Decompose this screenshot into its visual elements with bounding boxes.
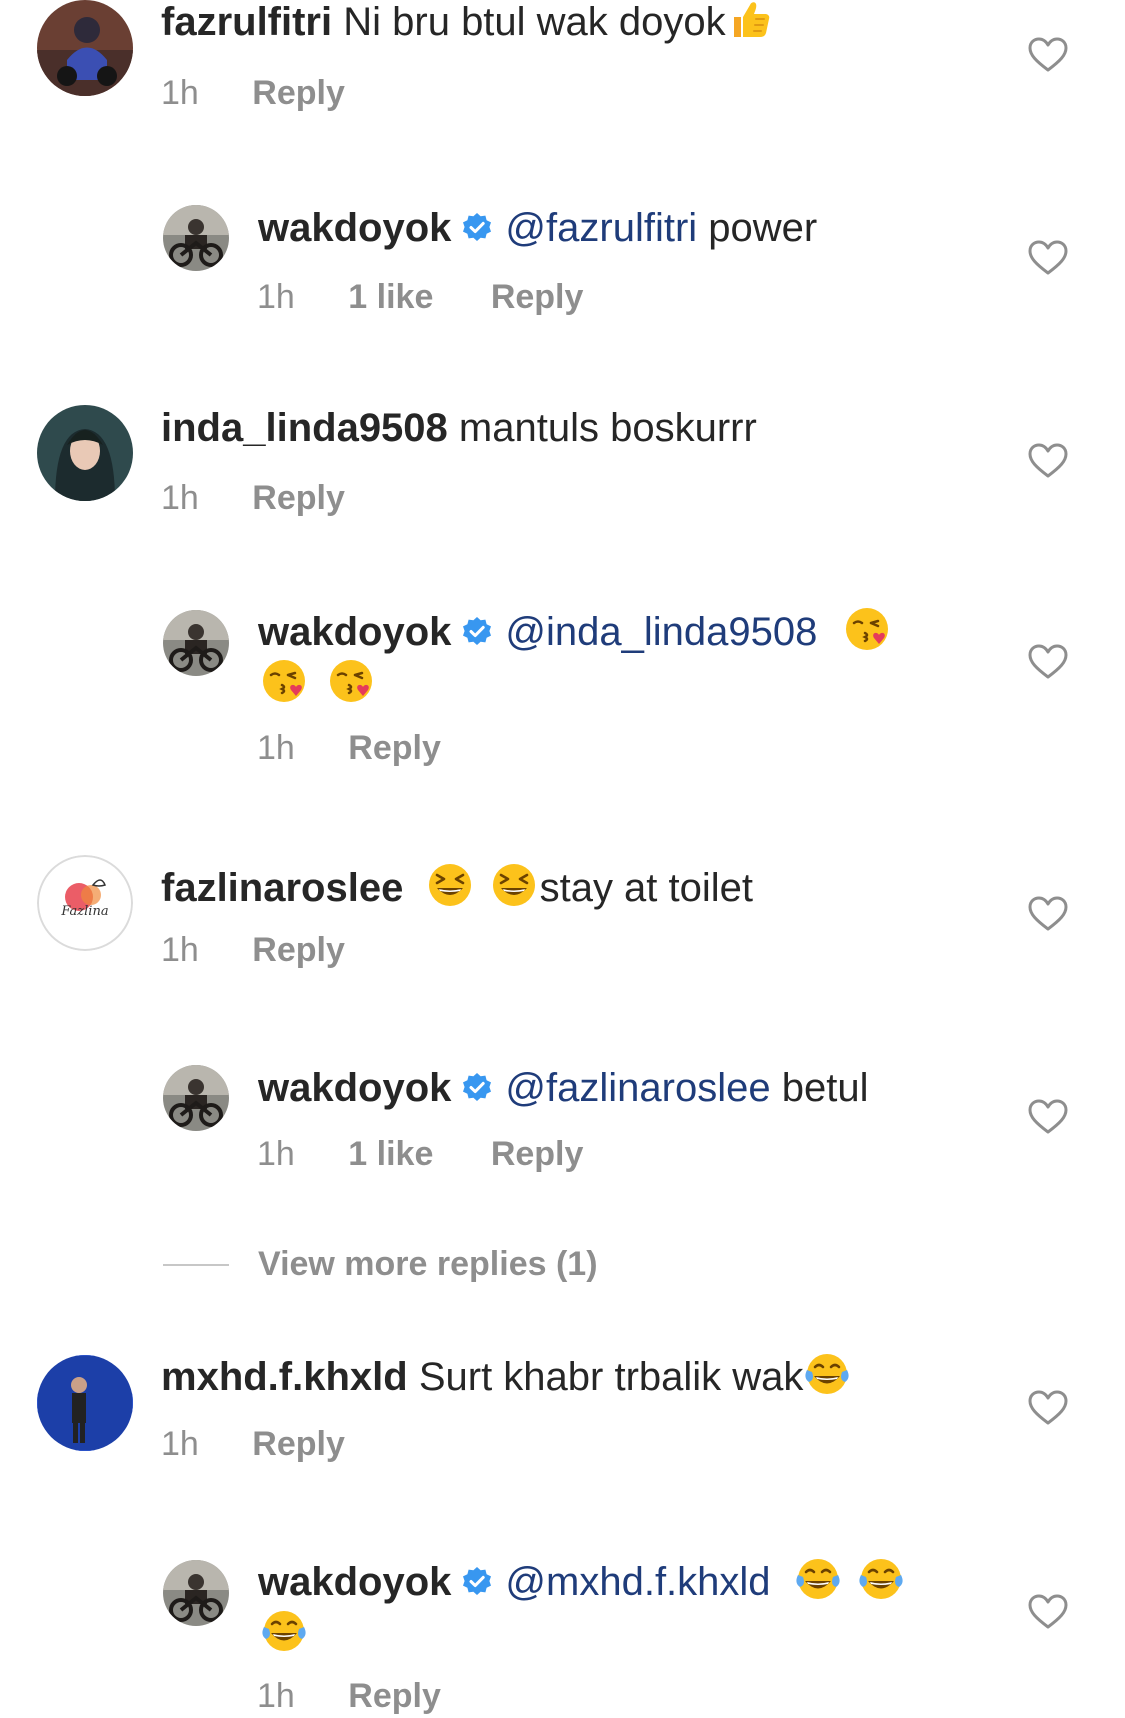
reply-button[interactable]: Reply xyxy=(252,1424,345,1464)
comment-meta: 1h Reply xyxy=(257,1676,441,1716)
username[interactable]: wakdoyok xyxy=(258,206,451,250)
avatar[interactable] xyxy=(37,1355,133,1451)
comment-text: fazrulfitri Ni bru btul wak doyok xyxy=(161,0,776,50)
comment-body: power xyxy=(708,206,818,250)
heart-icon[interactable] xyxy=(1028,896,1068,932)
reply-button[interactable]: Reply xyxy=(348,728,441,768)
comment-text: wakdoyok @inda_linda9508 xyxy=(258,604,893,660)
svg-text:Fazlina: Fazlina xyxy=(60,904,108,919)
view-more-replies-button[interactable]: View more replies (1) xyxy=(163,1240,863,1290)
comment-meta: 1h Reply xyxy=(161,73,345,113)
comment-meta: 1h Reply xyxy=(161,1424,345,1464)
comment-text: wakdoyok @mxhd.f.khxld xyxy=(258,1554,907,1610)
face-blowing-kiss-icon xyxy=(327,657,375,705)
heart-icon[interactable] xyxy=(1028,1594,1068,1630)
reply-comment: wakdoyok @mxhd.f.khxld 1h Reply xyxy=(0,1550,1125,1718)
reply-button[interactable]: Reply xyxy=(252,73,345,113)
view-more-replies-label[interactable]: View more replies (1) xyxy=(258,1244,598,1284)
avatar[interactable] xyxy=(37,0,133,96)
reply-button[interactable]: Reply xyxy=(491,277,584,317)
reply-comment: wakdoyok @fazlinaroslee betul 1h 1 like R… xyxy=(0,1055,1125,1175)
timestamp: 1h xyxy=(161,74,199,112)
comment-body: Surt khabr trbalik wak xyxy=(418,1355,804,1399)
comment: inda_linda9508 mantuls boskurrr 1h Reply xyxy=(0,400,1125,520)
face-blowing-kiss-icon xyxy=(843,605,891,653)
timestamp: 1h xyxy=(257,1135,295,1173)
comment: mxhd.f.khxld Surt khabr trbalik wak 1h R… xyxy=(0,1345,1125,1475)
avatar[interactable] xyxy=(163,205,229,271)
timestamp: 1h xyxy=(257,278,295,316)
face-with-tears-of-joy-icon xyxy=(803,1350,851,1398)
timestamp: 1h xyxy=(161,479,199,517)
comment-body: betul xyxy=(781,1066,869,1110)
comment-meta: 1h Reply xyxy=(161,930,345,970)
heart-icon[interactable] xyxy=(1028,37,1068,73)
avatar[interactable] xyxy=(163,1065,229,1131)
mention-link[interactable]: @inda_linda9508 xyxy=(505,610,817,654)
face-with-tears-of-joy-icon xyxy=(794,1555,842,1603)
timestamp: 1h xyxy=(257,1677,295,1715)
verified-badge-icon xyxy=(461,1557,493,1589)
likes-count[interactable]: 1 like xyxy=(348,1134,433,1174)
mention-link[interactable]: @fazrulfitri xyxy=(505,206,697,250)
verified-badge-icon xyxy=(461,1063,493,1095)
username[interactable]: wakdoyok xyxy=(258,610,451,654)
comment-text: inda_linda9508 mantuls boskurrr xyxy=(161,400,757,456)
comment-meta: 1h Reply xyxy=(257,728,441,768)
avatar[interactable] xyxy=(163,610,229,676)
comment-text: wakdoyok @fazlinaroslee betul xyxy=(258,1060,868,1116)
mention-link[interactable]: @fazlinaroslee xyxy=(505,1066,770,1110)
comment-body: Ni bru btul wak doyok xyxy=(343,0,726,44)
divider-line xyxy=(163,1264,229,1266)
timestamp: 1h xyxy=(161,931,199,969)
timestamp: 1h xyxy=(257,729,295,767)
comment-meta: 1h 1 like Reply xyxy=(257,1134,583,1174)
comment-text: wakdoyok @fazrulfitri power xyxy=(258,200,817,256)
avatar[interactable] xyxy=(37,405,133,501)
reply-button[interactable]: Reply xyxy=(252,478,345,518)
username[interactable]: mxhd.f.khxld xyxy=(161,1355,408,1399)
grinning-squinting-face-icon xyxy=(426,861,474,909)
comment-text: mxhd.f.khxld Surt khabr trbalik wak xyxy=(161,1349,853,1405)
comment-body: stay at toilet xyxy=(539,866,754,910)
username[interactable]: wakdoyok xyxy=(258,1560,451,1604)
face-with-tears-of-joy-icon xyxy=(260,1607,308,1655)
username[interactable]: wakdoyok xyxy=(258,1066,451,1110)
username[interactable]: fazlinaroslee xyxy=(161,866,403,910)
reply-button[interactable]: Reply xyxy=(252,930,345,970)
comment-body: mantuls boskurrr xyxy=(458,406,757,450)
mention-link[interactable]: @mxhd.f.khxld xyxy=(505,1560,770,1604)
heart-icon[interactable] xyxy=(1028,644,1068,680)
verified-badge-icon xyxy=(461,607,493,639)
thumbs-up-icon xyxy=(726,0,774,43)
heart-icon[interactable] xyxy=(1028,1099,1068,1135)
reply-comment: wakdoyok @fazrulfitri power 1h 1 like Rep… xyxy=(0,190,1125,316)
heart-icon[interactable] xyxy=(1028,1390,1068,1426)
username[interactable]: inda_linda9508 xyxy=(161,406,448,450)
timestamp: 1h xyxy=(161,1425,199,1463)
verified-badge-icon xyxy=(461,203,493,235)
reply-button[interactable]: Reply xyxy=(491,1134,584,1174)
avatar[interactable]: Fazlina xyxy=(37,855,133,951)
face-with-tears-of-joy-icon xyxy=(857,1555,905,1603)
avatar[interactable] xyxy=(163,1560,229,1626)
likes-count[interactable]: 1 like xyxy=(348,277,433,317)
reply-comment: wakdoyok @inda_linda9508 1h Reply xyxy=(0,600,1125,780)
comment: fazrulfitri Ni bru btul wak doyok 1h Rep… xyxy=(0,0,1125,140)
comment: Fazlina fazlinaroslee stay at toilet 1h … xyxy=(0,850,1125,980)
comment-meta: 1h 1 like Reply xyxy=(257,277,583,317)
comment-meta: 1h Reply xyxy=(161,478,345,518)
reply-button[interactable]: Reply xyxy=(348,1676,441,1716)
comment-text-continued xyxy=(258,1606,310,1662)
comment-text: fazlinaroslee stay at toilet xyxy=(161,860,753,916)
heart-icon[interactable] xyxy=(1028,240,1068,276)
heart-icon[interactable] xyxy=(1028,443,1068,479)
face-blowing-kiss-icon xyxy=(260,657,308,705)
grinning-squinting-face-icon xyxy=(490,861,538,909)
comment-text-continued xyxy=(258,656,377,712)
username[interactable]: fazrulfitri xyxy=(161,0,332,44)
